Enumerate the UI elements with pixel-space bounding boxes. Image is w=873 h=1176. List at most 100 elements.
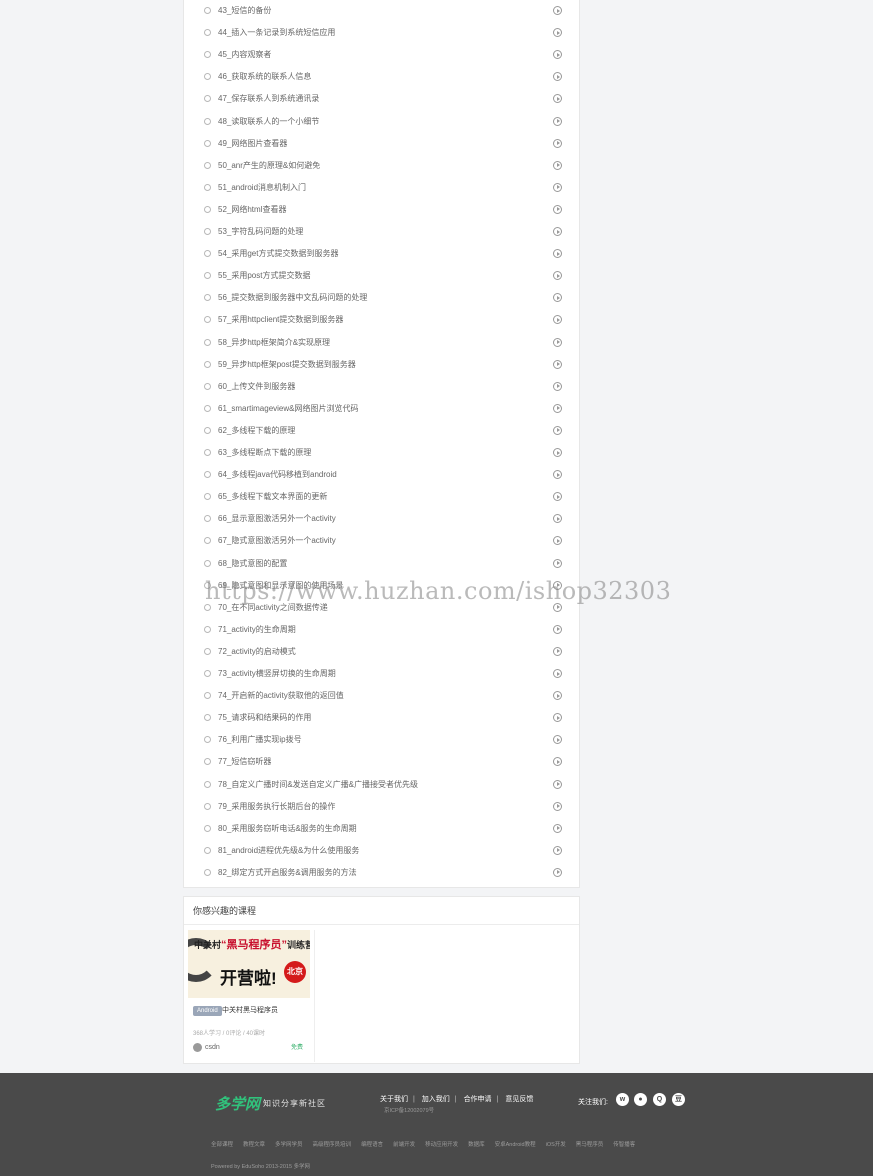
lesson-item[interactable]: 62_多线程下载的原理 (184, 420, 579, 442)
play-icon[interactable] (553, 28, 562, 38)
lesson-title[interactable]: 82_绑定方式开启服务&调用服务的方法 (218, 866, 357, 879)
play-icon[interactable] (553, 271, 562, 281)
lesson-item[interactable]: 53_字符乱码问题的处理 (184, 221, 579, 243)
lesson-title[interactable]: 75_请求码和结果码的作用 (218, 711, 311, 724)
lesson-title[interactable]: 65_多线程下载文本界面的更新 (218, 490, 327, 503)
play-icon[interactable] (553, 646, 562, 656)
lesson-title[interactable]: 71_activity的生命周期 (218, 623, 296, 636)
footer-nav-link[interactable]: 全部课程 (211, 1142, 233, 1148)
lesson-title[interactable]: 57_采用httpclient提交数据到服务器 (218, 313, 343, 326)
footer-nav-link[interactable]: 数据库 (468, 1142, 485, 1148)
play-icon[interactable] (553, 558, 562, 568)
play-icon[interactable] (553, 293, 562, 303)
play-icon[interactable] (553, 204, 562, 214)
lesson-title[interactable]: 55_采用post方式提交数据 (218, 269, 310, 282)
lesson-title[interactable]: 47_保存联系人到系统通讯录 (218, 92, 319, 105)
play-icon[interactable] (553, 735, 562, 745)
play-icon[interactable] (553, 801, 562, 811)
play-icon[interactable] (553, 403, 562, 413)
lesson-title[interactable]: 68_隐式意图的配置 (218, 557, 287, 570)
lesson-title[interactable]: 44_插入一条记录到系统短信应用 (218, 26, 335, 39)
lesson-item[interactable]: 64_多线程java代码移植到android (184, 464, 579, 486)
lesson-item[interactable]: 66_显示意图激活另外一个activity (184, 508, 579, 530)
lesson-title[interactable]: 64_多线程java代码移植到android (218, 468, 337, 481)
lesson-item[interactable]: 47_保存联系人到系统通讯录 (184, 88, 579, 110)
lesson-title[interactable]: 74_开启新的activity获取他的返回值 (218, 689, 344, 702)
play-icon[interactable] (553, 470, 562, 480)
play-icon[interactable] (553, 757, 562, 767)
play-icon[interactable] (553, 514, 562, 524)
lesson-item[interactable]: 81_android进程优先级&为什么使用服务 (184, 840, 579, 862)
lesson-item[interactable]: 78_自定义广播时间&发送自定义广播&广播接受者优先级 (184, 774, 579, 796)
lesson-item[interactable]: 46_获取系统的联系人信息 (184, 66, 579, 88)
lesson-title[interactable]: 54_采用get方式提交数据到服务器 (218, 247, 338, 260)
lesson-item[interactable]: 56_提交数据到服务器中文乱码问题的处理 (184, 287, 579, 309)
lesson-title[interactable]: 63_多线程断点下载的原理 (218, 446, 311, 459)
lesson-title[interactable]: 80_采用服务窃听电话&服务的生命周期 (218, 822, 357, 835)
play-icon[interactable] (553, 50, 562, 60)
lesson-item[interactable]: 44_插入一条记录到系统短信应用 (184, 22, 579, 44)
lesson-title[interactable]: 76_利用广播实现ip拨号 (218, 733, 302, 746)
play-icon[interactable] (553, 823, 562, 833)
lesson-title[interactable]: 61_smartimageview&网络图片浏览代码 (218, 402, 358, 415)
course-author[interactable]: csdn (205, 1043, 220, 1052)
lesson-item[interactable]: 68_隐式意图的配置 (184, 553, 579, 575)
lesson-title[interactable]: 46_获取系统的联系人信息 (218, 70, 311, 83)
footer-nav-link[interactable]: 黑马程序员 (576, 1142, 604, 1148)
lesson-item[interactable]: 60_上传文件到服务器 (184, 376, 579, 398)
lesson-item[interactable]: 73_activity横竖屏切换的生命周期 (184, 663, 579, 685)
footer-nav-link[interactable]: 传智播客 (613, 1142, 635, 1148)
play-icon[interactable] (553, 337, 562, 347)
qq-icon[interactable]: Q (653, 1093, 666, 1106)
footer-link-cooperation[interactable]: 合作申请 (464, 1096, 492, 1103)
play-icon[interactable] (553, 779, 562, 789)
lesson-item[interactable]: 58_异步http框架简介&实现原理 (184, 332, 579, 354)
play-icon[interactable] (553, 182, 562, 192)
play-icon[interactable] (553, 669, 562, 678)
lesson-item[interactable]: 75_请求码和结果码的作用 (184, 707, 579, 729)
lesson-item[interactable]: 49_网络图片查看器 (184, 133, 579, 155)
lesson-title[interactable]: 56_提交数据到服务器中文乱码问题的处理 (218, 291, 367, 304)
lesson-item[interactable]: 51_android消息机制入门 (184, 177, 579, 199)
play-icon[interactable] (553, 381, 562, 391)
footer-link-about[interactable]: 关于我们 (380, 1096, 408, 1103)
lesson-item[interactable]: 72_activity的启动模式 (184, 641, 579, 663)
footer-logo[interactable]: 多学网 (215, 1093, 260, 1114)
play-icon[interactable] (553, 359, 562, 369)
footer-nav-link[interactable]: 多学网学员 (275, 1142, 303, 1148)
lesson-item[interactable]: 48_读取联系人的一个小细节 (184, 111, 579, 133)
play-icon[interactable] (553, 691, 562, 701)
lesson-title[interactable]: 60_上传文件到服务器 (218, 380, 295, 393)
lesson-title[interactable]: 78_自定义广播时间&发送自定义广播&广播接受者优先级 (218, 778, 418, 791)
lesson-item[interactable]: 43_短信的备份 (184, 0, 579, 22)
lesson-title[interactable]: 59_异步http框架post提交数据到服务器 (218, 358, 356, 371)
footer-link-feedback[interactable]: 意见反馈 (505, 1096, 533, 1103)
course-name[interactable]: 中关村黑马程序员 (222, 1006, 278, 1016)
play-icon[interactable] (553, 425, 562, 435)
lesson-item[interactable]: 74_开启新的activity获取他的返回值 (184, 685, 579, 707)
lesson-title[interactable]: 72_activity的启动模式 (218, 645, 296, 658)
footer-nav-link[interactable]: 高级程序员培训 (313, 1142, 352, 1148)
lesson-item[interactable]: 79_采用服务执行长期后台的操作 (184, 796, 579, 818)
play-icon[interactable] (553, 536, 562, 546)
play-icon[interactable] (553, 138, 562, 148)
weibo-icon[interactable]: w (616, 1093, 629, 1106)
play-icon[interactable] (553, 448, 562, 457)
play-icon[interactable] (553, 72, 562, 82)
lesson-item[interactable]: 57_采用httpclient提交数据到服务器 (184, 309, 579, 331)
play-icon[interactable] (553, 227, 562, 236)
course-card[interactable]: 中关村“黑马程序员”训练营 开营啦! 北京 Android 中关村黑马程序员 3… (188, 930, 315, 1062)
lesson-title[interactable]: 77_短信窃听器 (218, 755, 271, 768)
footer-nav-link[interactable]: 移动应用开发 (425, 1142, 458, 1148)
lesson-title[interactable]: 66_显示意图激活另外一个activity (218, 512, 336, 525)
lesson-item[interactable]: 59_异步http框架post提交数据到服务器 (184, 354, 579, 376)
play-icon[interactable] (553, 249, 562, 259)
play-icon[interactable] (553, 624, 562, 634)
lesson-title[interactable]: 67_隐式意图激活另外一个activity (218, 534, 336, 547)
course-thumbnail[interactable]: 中关村“黑马程序员”训练营 开营啦! 北京 (188, 930, 310, 998)
douban-icon[interactable]: 豆 (672, 1093, 685, 1106)
lesson-item[interactable]: 80_采用服务窃听电话&服务的生命周期 (184, 818, 579, 840)
lesson-item[interactable]: 61_smartimageview&网络图片浏览代码 (184, 398, 579, 420)
footer-link-join[interactable]: 加入我们 (422, 1096, 450, 1103)
lesson-title[interactable]: 51_android消息机制入门 (218, 181, 306, 194)
